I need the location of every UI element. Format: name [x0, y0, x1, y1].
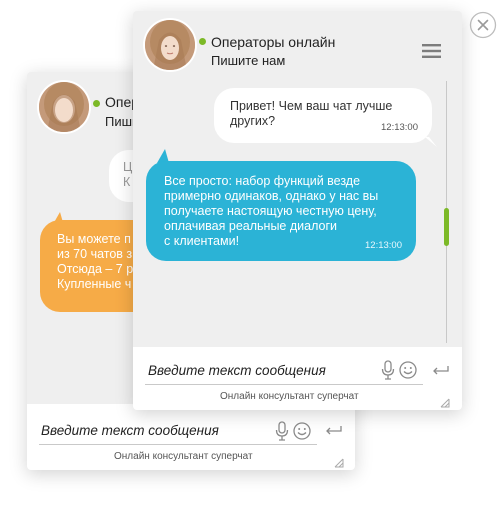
close-icon[interactable] [469, 11, 497, 39]
emoji-icon[interactable] [293, 422, 311, 440]
send-icon[interactable] [325, 424, 343, 436]
user-bubble-tail [425, 137, 437, 147]
scrollbar-thumb[interactable] [444, 208, 449, 246]
emoji-icon[interactable] [399, 361, 417, 379]
message-time: 12:13:00 [365, 240, 402, 251]
operator-avatar [145, 20, 195, 70]
input-area: Введите текст сообщения Онлайн консульта… [133, 347, 462, 410]
user-message: Привет! Чем ваш чат лучше других? 12:13:… [214, 88, 432, 143]
microphone-icon[interactable] [275, 421, 289, 441]
footer-label: Онлайн консультант суперчат [114, 451, 253, 462]
operator-avatar [39, 82, 89, 132]
chat-widget-front: Операторы онлайн Пишите нам Привет! Чем … [133, 11, 462, 410]
header-title: Операторы онлайн [211, 34, 336, 50]
input-underline [145, 384, 423, 385]
online-status-dot [93, 100, 100, 107]
header-subtitle: Пишите нам [211, 53, 286, 68]
microphone-icon[interactable] [381, 360, 395, 380]
message-input[interactable]: Введите текст сообщения [41, 423, 219, 438]
user-message: Ц К [109, 150, 133, 202]
input-underline [39, 444, 317, 445]
send-icon[interactable] [432, 364, 450, 376]
footer-label: Онлайн консультант суперчат [220, 391, 359, 402]
resize-handle-icon[interactable] [334, 455, 344, 468]
input-area: Введите текст сообщения Онлайн консульта… [27, 404, 355, 470]
operator-message: Вы можете п из 70 чатов з Отсюда – 7 р К… [40, 220, 133, 312]
resize-handle-icon[interactable] [440, 395, 450, 408]
message-text: Все просто: набор функций везде примерно… [164, 174, 379, 248]
message-time: 12:13:00 [381, 122, 418, 133]
message-input[interactable]: Введите текст сообщения [148, 363, 326, 378]
menu-icon[interactable] [422, 43, 442, 59]
operator-message: Все просто: набор функций везде примерно… [146, 161, 416, 261]
online-status-dot [199, 38, 206, 45]
